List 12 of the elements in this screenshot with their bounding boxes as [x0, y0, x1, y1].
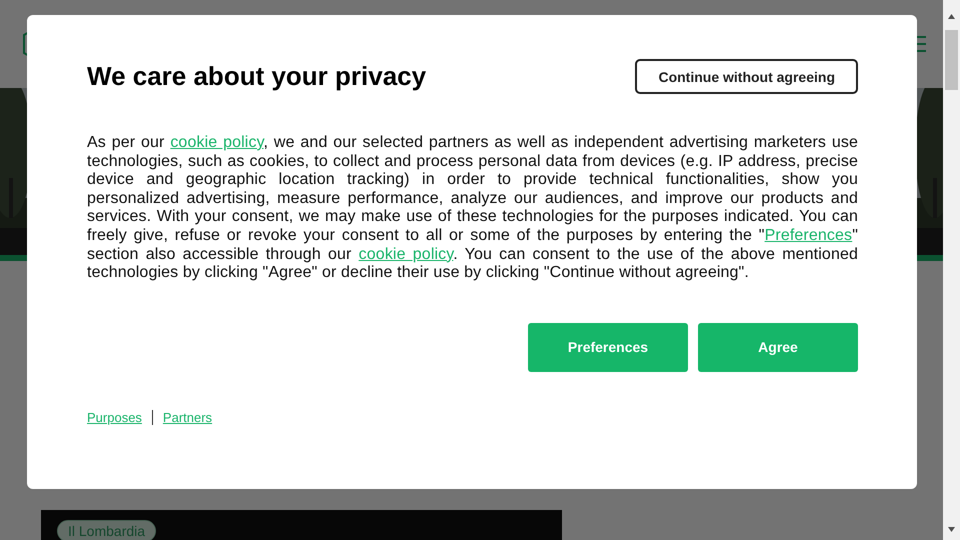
cookie-policy-link[interactable]: cookie policy — [358, 246, 454, 263]
continue-without-agreeing-button[interactable]: Continue without agreeing — [635, 59, 858, 94]
agree-button[interactable]: Agree — [698, 322, 858, 372]
dialog-title: We care about your privacy — [87, 61, 426, 92]
cookie-policy-link[interactable]: Preferences — [764, 226, 852, 244]
consent-text: As per our cookie policy, we and our selected partners as well as independent advertising marketers use technologies, such as cookies, to collect and process personal data from devices (e.g. IP address, precise device and geographic location tracking) in order to provide technical functionalities, show you personalized advertising, measure performance, analyze our audiences, and improve our products and services. With your consent, we may make use of these technologies for the purposes indicated. You can freely give, refuse or revoke your consent to all or some of the purposes by entering the "Preferences" section also accessible through our cookie policy. You can consent to the use of the above mentioned technologies by clicking "Agree" or decline their use by clicking "Continue without agreeing". — [87, 134, 858, 283]
cookie-policy-link[interactable]: cookie policy — [170, 134, 264, 151]
category-tag[interactable]: Il Lombardia — [57, 520, 156, 540]
preferences-button[interactable]: Preferences — [528, 322, 688, 372]
footer-link[interactable]: Partners — [152, 410, 222, 425]
scrollbar[interactable] — [943, 0, 960, 540]
footer-link[interactable]: Purposes — [87, 410, 152, 425]
